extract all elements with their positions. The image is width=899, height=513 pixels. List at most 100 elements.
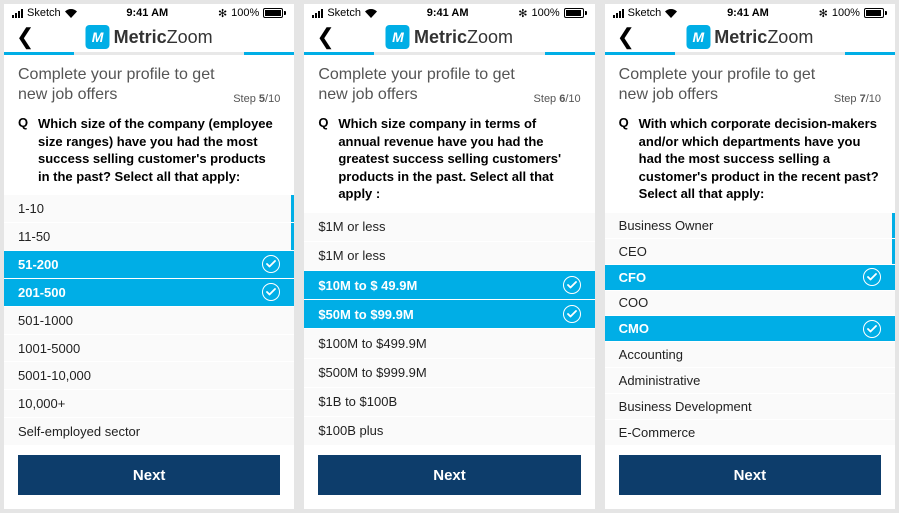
option-item[interactable]: 51-200 [4, 251, 294, 278]
option-label: Business Owner [619, 218, 714, 233]
footer: Next [4, 445, 294, 509]
screen-5: Sketch 9:41 AM ✻ 100% ❮ M MetricZoom Com… [4, 4, 294, 509]
page-header: Complete your profile to get new job off… [605, 55, 895, 111]
battery-pct: 100% [532, 7, 560, 19]
option-item[interactable]: Self-employed sector [4, 418, 294, 445]
option-item[interactable]: CFO [605, 265, 895, 290]
status-bar: Sketch 9:41 AM ✻ 100% [304, 4, 594, 22]
carrier-label: Sketch [327, 7, 361, 19]
bluetooth-icon: ✻ [518, 7, 527, 20]
option-item[interactable]: 11-50 [4, 223, 294, 250]
option-label: Administrative [619, 373, 701, 388]
clock: 9:41 AM [727, 7, 769, 19]
next-button[interactable]: Next [619, 455, 881, 495]
option-label: 201-500 [18, 285, 66, 300]
signal-icon [12, 9, 23, 18]
option-item[interactable]: $500M to $999.9M [304, 359, 594, 387]
battery-icon [564, 8, 587, 18]
carrier-label: Sketch [628, 7, 662, 19]
option-label: Accounting [619, 347, 683, 362]
option-item[interactable]: 201-500 [4, 279, 294, 306]
check-icon [262, 283, 280, 301]
option-item[interactable]: 1-10 [4, 195, 294, 222]
option-item[interactable]: Business Owner [605, 213, 895, 238]
clock: 9:41 AM [427, 7, 469, 19]
brand-suffix: Zoom [767, 27, 813, 47]
option-item[interactable]: E-Commerce [605, 420, 895, 445]
option-item[interactable]: Accounting [605, 342, 895, 367]
step-indicator: Step 7/10 [834, 93, 881, 105]
page-title: Complete your profile to get new job off… [18, 65, 225, 105]
check-icon [563, 305, 581, 323]
bluetooth-icon: ✻ [218, 7, 227, 20]
brand-name: Metric [714, 27, 767, 47]
next-button[interactable]: Next [318, 455, 580, 495]
question-text: Which size company in terms of annual re… [338, 115, 580, 203]
brand-suffix: Zoom [467, 27, 513, 47]
battery-icon [263, 8, 286, 18]
question-icon: Q [18, 115, 32, 185]
check-icon [863, 320, 881, 338]
option-item[interactable]: CEO [605, 239, 895, 264]
option-item[interactable]: 1001-5000 [4, 335, 294, 362]
check-icon [563, 276, 581, 294]
option-label: $50M to $99.9M [318, 307, 413, 322]
option-label: $100B plus [318, 423, 383, 438]
option-item[interactable]: $1B to $100B [304, 388, 594, 416]
brand-suffix: Zoom [167, 27, 213, 47]
option-item[interactable]: $50M to $99.9M [304, 300, 594, 328]
option-label: E-Commerce [619, 425, 696, 440]
option-item[interactable]: CMO [605, 316, 895, 341]
options-list: 1-10 11-50 51-200 201-500 501-1000 1001-… [4, 195, 294, 445]
question-icon: Q [318, 115, 332, 203]
option-label: CMO [619, 321, 649, 336]
page-header: Complete your profile to get new job off… [304, 55, 594, 111]
back-button[interactable]: ❮ [312, 24, 338, 50]
option-label: CFO [619, 270, 646, 285]
option-label: 51-200 [18, 257, 58, 272]
option-label: 5001-10,000 [18, 368, 91, 383]
status-bar: Sketch 9:41 AM ✻ 100% [605, 4, 895, 22]
option-item[interactable]: $1M or less [304, 242, 594, 270]
option-label: 10,000+ [18, 396, 65, 411]
nav-bar: ❮ M MetricZoom [605, 22, 895, 55]
option-label: $1B to $100B [318, 394, 397, 409]
back-button[interactable]: ❮ [12, 24, 38, 50]
question-text: Which size of the company (employee size… [38, 115, 280, 185]
page-header: Complete your profile to get new job off… [4, 55, 294, 111]
options-list: Business Owner CEO CFO COO CMO Accountin… [605, 213, 895, 445]
question-block: Q Which size of the company (employee si… [4, 111, 294, 195]
wifi-icon [365, 9, 377, 18]
battery-pct: 100% [231, 7, 259, 19]
option-item[interactable]: $100B plus [304, 417, 594, 445]
next-button[interactable]: Next [18, 455, 280, 495]
question-block: Q Which size company in terms of annual … [304, 111, 594, 213]
option-item[interactable]: 5001-10,000 [4, 362, 294, 389]
back-button[interactable]: ❮ [613, 24, 639, 50]
brand-logo: M MetricZoom [86, 25, 213, 49]
option-item[interactable]: 10,000+ [4, 390, 294, 417]
bluetooth-icon: ✻ [819, 7, 828, 20]
option-item[interactable]: Administrative [605, 368, 895, 393]
option-label: CEO [619, 244, 647, 259]
option-item[interactable]: $10M to $ 49.9M [304, 271, 594, 299]
battery-icon [864, 8, 887, 18]
question-block: Q With which corporate decision-makers a… [605, 111, 895, 213]
option-item[interactable]: COO [605, 291, 895, 316]
check-icon [262, 255, 280, 273]
brand-name: Metric [114, 27, 167, 47]
option-label: 11-50 [18, 229, 50, 244]
option-item[interactable]: $100M to $499.9M [304, 329, 594, 357]
option-item[interactable]: $1M or less [304, 213, 594, 241]
signal-icon [613, 9, 624, 18]
option-item[interactable]: Business Development [605, 394, 895, 419]
option-item[interactable]: 501-1000 [4, 307, 294, 334]
option-label: 1-10 [18, 201, 44, 216]
options-list: $1M or less $1M or less $10M to $ 49.9M … [304, 213, 594, 445]
battery-pct: 100% [832, 7, 860, 19]
page-title: Complete your profile to get new job off… [619, 65, 826, 105]
clock: 9:41 AM [126, 7, 168, 19]
brand-name: Metric [414, 27, 467, 47]
question-text: With which corporate decision-makers and… [639, 115, 881, 203]
option-label: $1M or less [318, 219, 385, 234]
